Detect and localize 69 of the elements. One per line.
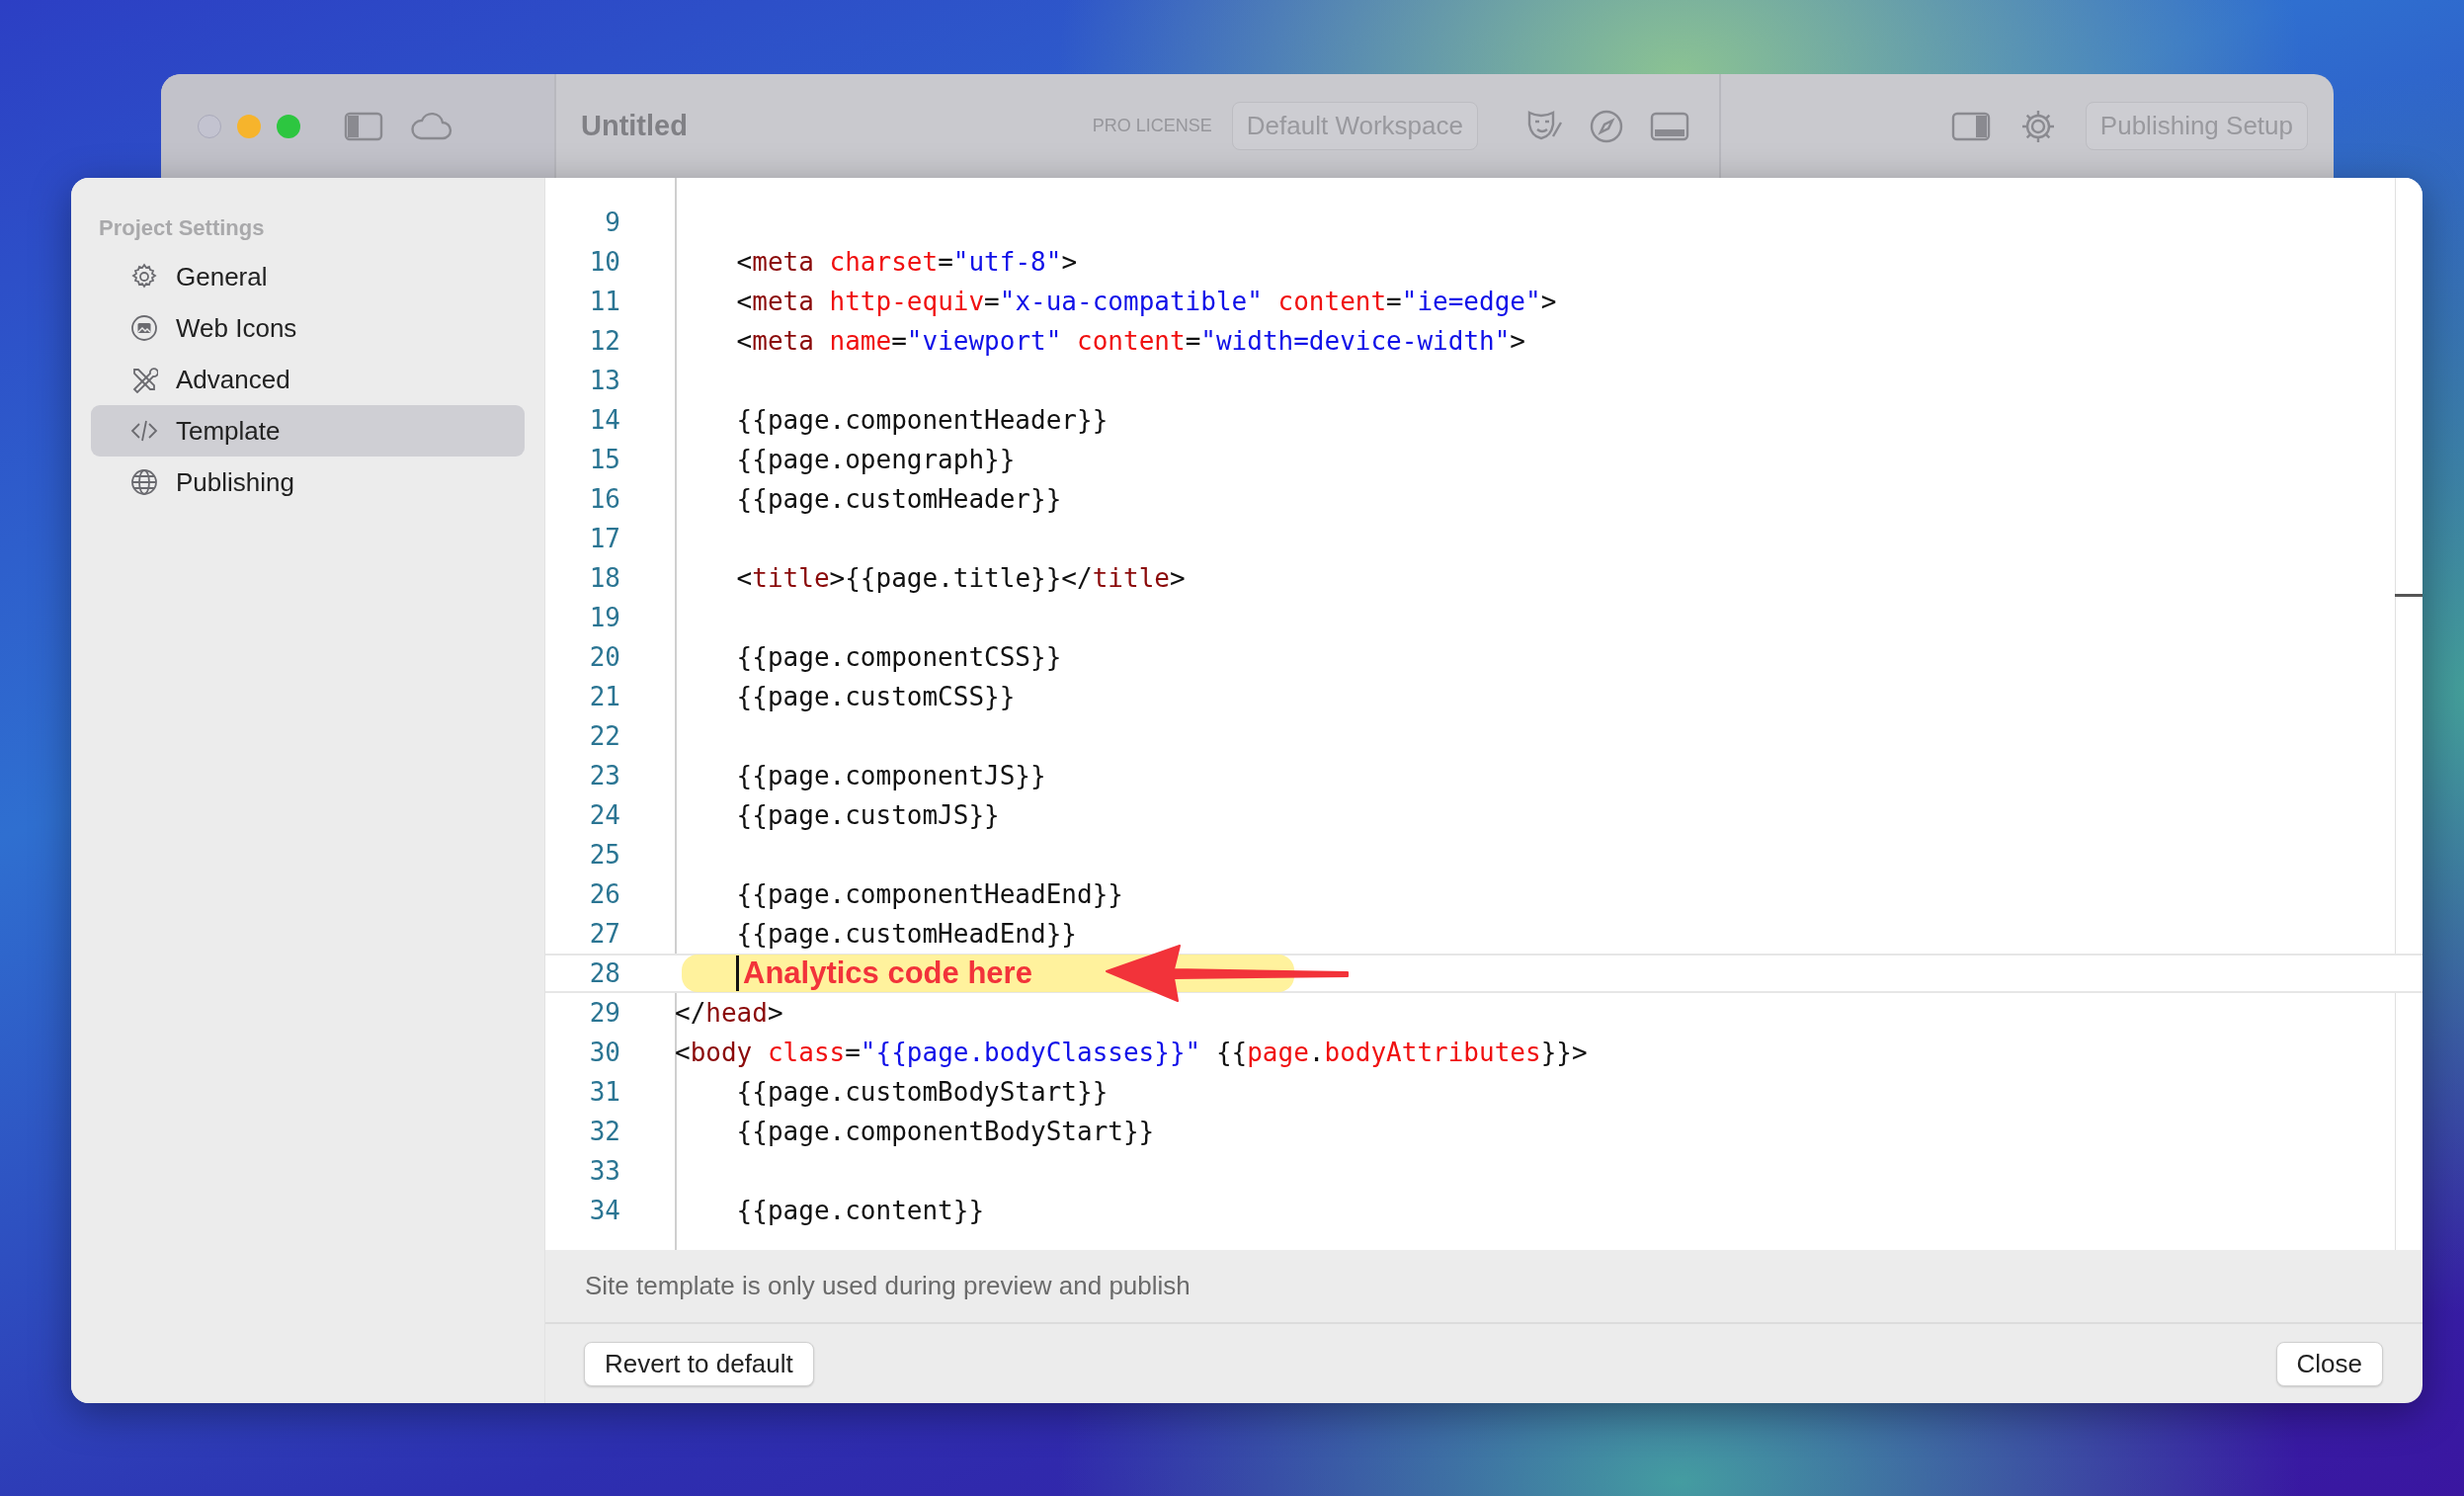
- bottom-panel-icon[interactable]: [1650, 111, 1689, 141]
- line-number: 25: [588, 840, 620, 870]
- line-number: 11: [588, 287, 620, 316]
- line-number: 22: [588, 721, 620, 751]
- sidebar-item[interactable]: Advanced: [91, 354, 525, 405]
- code-line: <meta http-equiv="x-ua-compatible" content="ie=edge">: [735, 287, 1557, 316]
- line-number: 14: [588, 405, 620, 435]
- code-line: {{page.customHeader}}: [735, 484, 1062, 514]
- code-line: {{page.componentHeadEnd}}: [735, 879, 1123, 909]
- code-line: </head>: [675, 998, 783, 1028]
- line-number: 12: [588, 326, 620, 356]
- code-line: <body class="{{page.bodyClasses}}" {{page.bodyAttributes}}>: [675, 1038, 1588, 1067]
- window-title: Untitled: [581, 110, 688, 142]
- line-number: 10: [588, 247, 620, 277]
- sidebar-toggle-icon[interactable]: [344, 111, 383, 141]
- globe-icon: [130, 468, 158, 496]
- gear-icon: [130, 263, 158, 291]
- revert-button[interactable]: Revert to default: [584, 1341, 814, 1386]
- compass-icon[interactable]: [1589, 108, 1624, 144]
- code-line: {{page.customBodyStart}}: [735, 1077, 1109, 1107]
- line-number: 28: [588, 958, 620, 988]
- line-number: 29: [588, 998, 620, 1028]
- line-number: 24: [588, 800, 620, 830]
- code-line: <meta name="viewport" content="width=device-width">: [735, 326, 1525, 356]
- line-number: 17: [588, 524, 620, 553]
- code-line: {{page.opengraph}}: [735, 445, 1016, 474]
- line-number: 13: [588, 366, 620, 395]
- image-icon: [130, 314, 158, 342]
- sidebar-item[interactable]: General: [91, 251, 525, 302]
- line-number: 21: [588, 682, 620, 711]
- text-cursor: [736, 956, 739, 991]
- overview-ruler-mark: [2395, 594, 2423, 597]
- line-number: 30: [588, 1038, 620, 1067]
- line-number: 27: [588, 919, 620, 949]
- zoom-button[interactable]: [277, 114, 300, 138]
- settings-icon[interactable]: [2019, 108, 2056, 144]
- sidebar-heading: Project Settings: [98, 215, 266, 241]
- code-line: {{page.componentBodyStart}}: [735, 1117, 1155, 1146]
- line-number: 23: [588, 761, 620, 790]
- code-line: {{page.content}}: [735, 1196, 985, 1225]
- footer-note: Site template is only used during preview and publish: [545, 1250, 2423, 1324]
- line-number: 20: [588, 642, 620, 672]
- code-line: {{page.customHeadEnd}}: [735, 919, 1077, 949]
- line-number: 15: [588, 445, 620, 474]
- code-line: <title>{{page.title}}</title>: [735, 563, 1186, 593]
- line-number: 19: [588, 603, 620, 632]
- line-number: 18: [588, 563, 620, 593]
- tools-icon: [130, 366, 158, 393]
- sidebar-item[interactable]: Publishing: [91, 457, 525, 508]
- cloud-icon[interactable]: [411, 111, 452, 141]
- close-button[interactable]: Close: [2275, 1341, 2383, 1386]
- line-number: 32: [588, 1117, 620, 1146]
- code-line: {{page.customCSS}}: [735, 682, 1016, 711]
- sidebar-item[interactable]: Web Icons: [91, 302, 525, 354]
- inspector-toggle-icon[interactable]: [1950, 111, 1991, 141]
- code-line: {{page.componentHeader}}: [735, 405, 1109, 435]
- code-line: {{page.componentJS}}: [735, 761, 1046, 790]
- line-number: 31: [588, 1077, 620, 1107]
- line-number: 26: [588, 879, 620, 909]
- code-line: {{page.customJS}}: [735, 800, 1000, 830]
- line-number: 33: [588, 1156, 620, 1186]
- line-number: 16: [588, 484, 620, 514]
- close-button[interactable]: [198, 114, 221, 138]
- line-number: 9: [604, 208, 620, 237]
- code-line: <meta charset="utf-8">: [735, 247, 1078, 277]
- minimize-button[interactable]: [237, 114, 261, 138]
- line-number: 34: [588, 1196, 620, 1225]
- sidebar-item[interactable]: Template: [91, 405, 525, 457]
- code-line: {{page.componentCSS}}: [735, 642, 1062, 672]
